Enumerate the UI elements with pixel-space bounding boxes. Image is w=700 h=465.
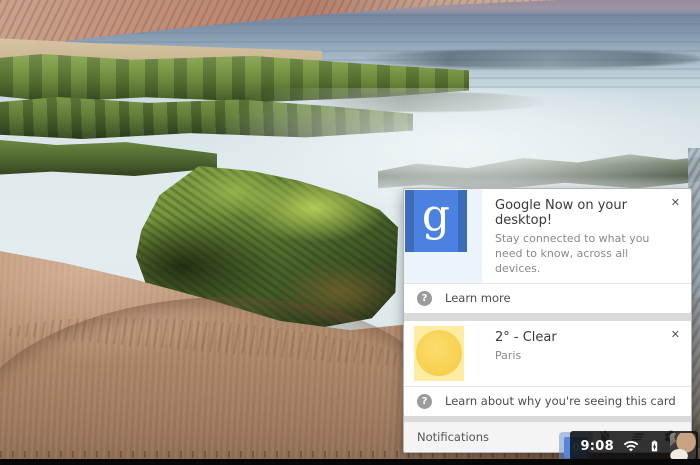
shelf-edge — [0, 459, 700, 465]
close-icon[interactable]: ✕ — [669, 195, 682, 210]
sun-icon — [416, 330, 462, 376]
notifications-label: Notifications — [417, 430, 489, 444]
system-tray[interactable]: 9:08 — [570, 431, 698, 461]
help-icon: ? — [417, 291, 432, 306]
notification-title: Google Now on your desktop! — [495, 198, 665, 228]
weather-title: 2° - Clear — [495, 330, 665, 345]
weather-tile — [414, 326, 464, 381]
help-icon: ? — [417, 394, 432, 409]
google-g-glyph: g — [422, 194, 450, 238]
notification-card-weather[interactable]: 2° - Clear Paris ✕ ? Learn about why you… — [404, 321, 691, 416]
learn-more-label: Learn more — [445, 291, 511, 305]
notification-center: g Google Now on your desktop! Stay conne… — [403, 188, 692, 453]
wifi-icon — [623, 438, 639, 454]
user-avatar — [670, 433, 696, 459]
learn-more-button[interactable]: ? Learn more — [404, 283, 691, 313]
notification-body: Stay connected to what you need to know,… — [495, 232, 665, 277]
learn-why-label: Learn about why you're seeing this card — [445, 394, 676, 408]
google-logo-icon: g — [405, 190, 467, 252]
learn-why-button[interactable]: ? Learn about why you're seeing this car… — [404, 386, 691, 416]
clock: 9:08 — [580, 439, 614, 454]
notification-image-area: g — [404, 189, 482, 283]
close-icon[interactable]: ✕ — [669, 327, 682, 342]
wallpaper-reef — [364, 50, 700, 68]
notification-image-area — [404, 321, 482, 386]
notification-card-google-now[interactable]: g Google Now on your desktop! Stay conne… — [404, 189, 691, 313]
desktop: g Google Now on your desktop! Stay conne… — [0, 0, 700, 465]
weather-location: Paris — [495, 349, 665, 364]
battery-icon — [648, 437, 661, 455]
